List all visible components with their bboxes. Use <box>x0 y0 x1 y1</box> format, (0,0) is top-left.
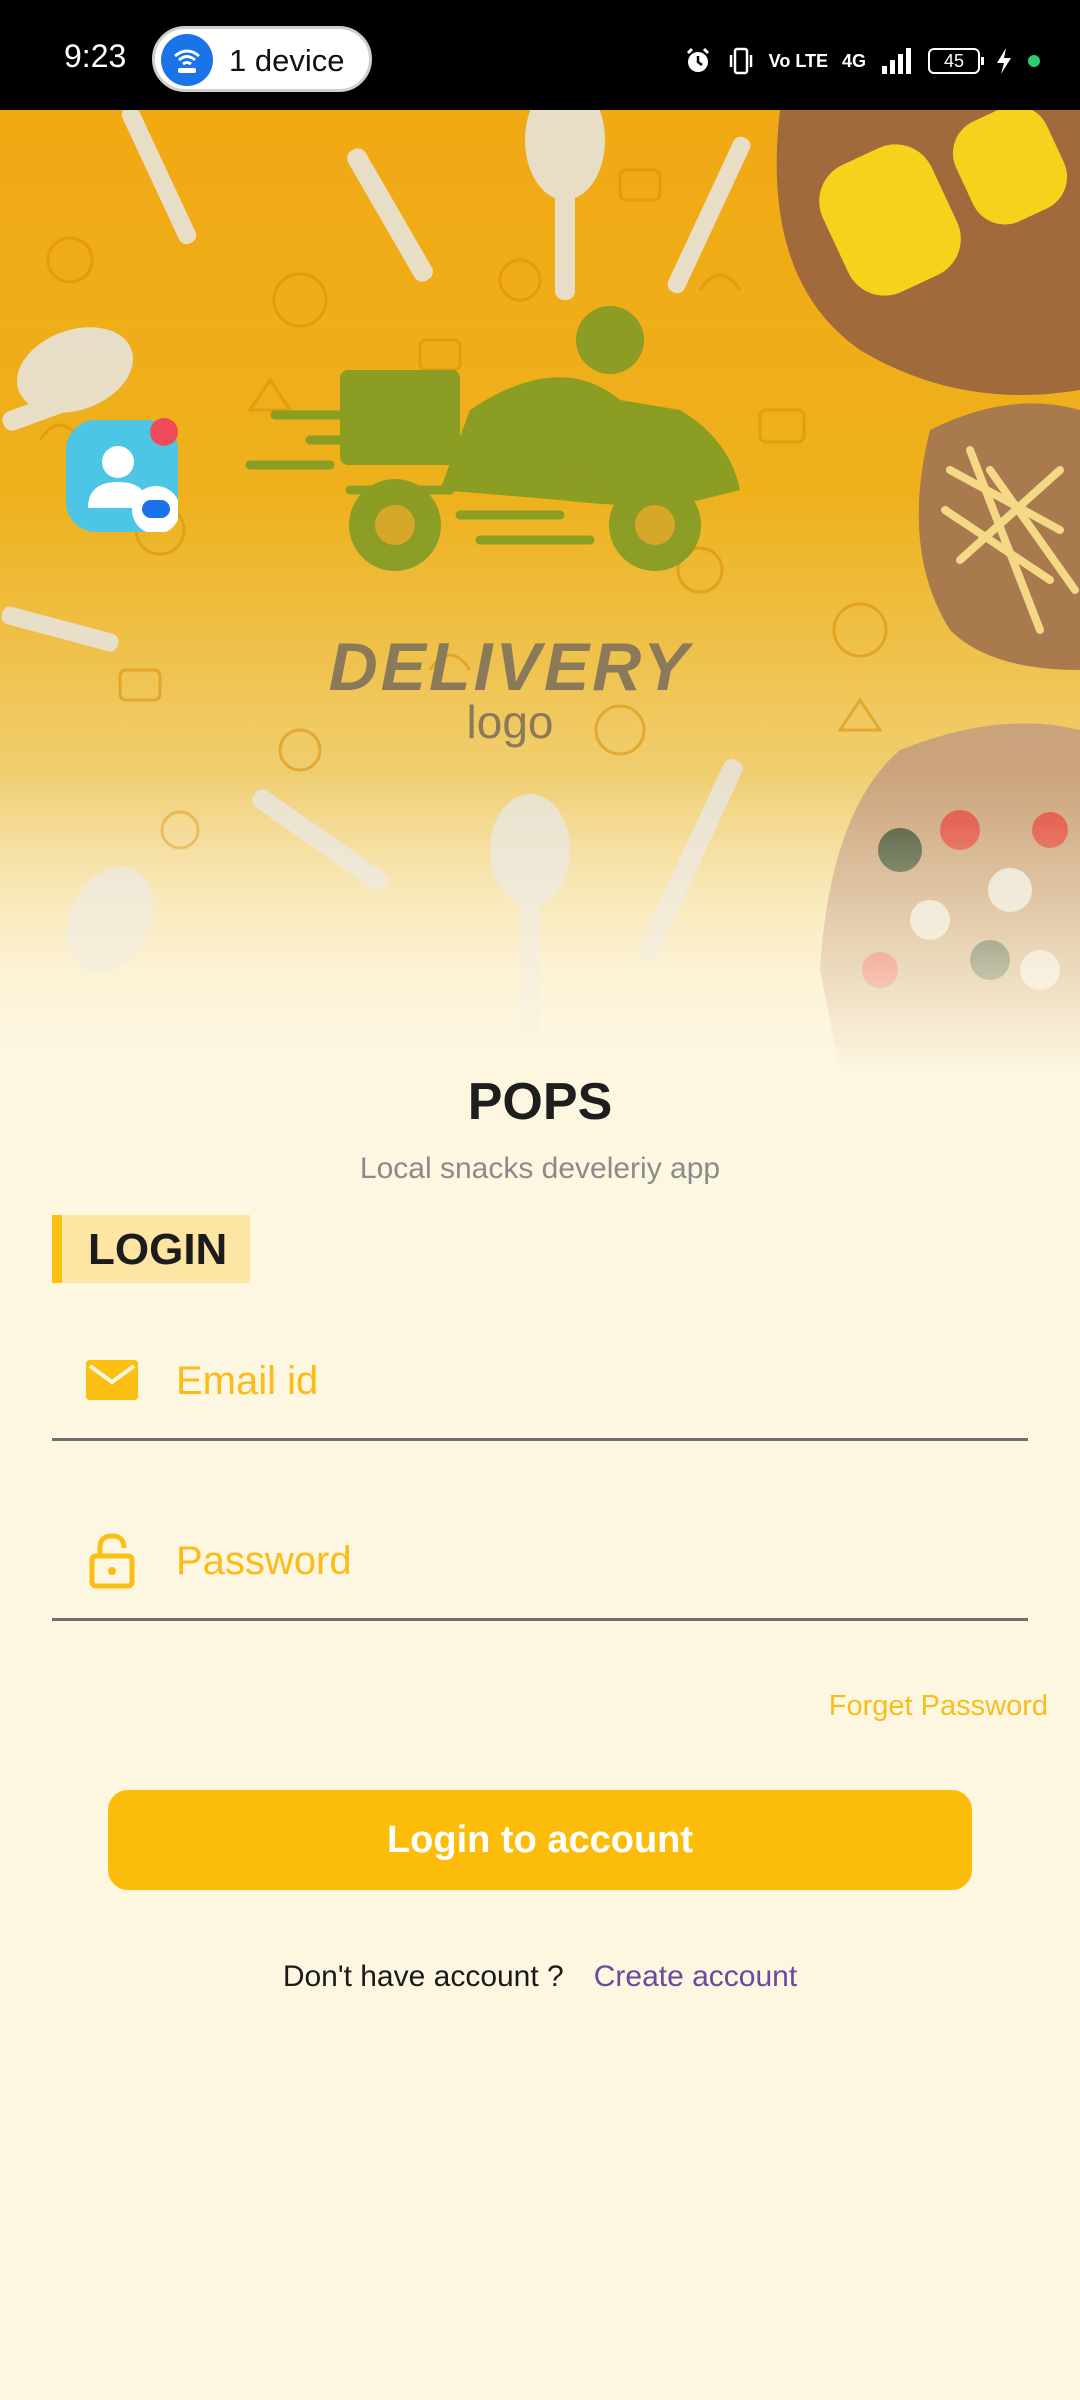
mail-icon <box>86 1360 138 1400</box>
password-input[interactable] <box>174 1528 1008 1594</box>
password-field[interactable] <box>52 1508 1028 1621</box>
login-section-label: LOGIN <box>52 1215 250 1283</box>
vibrate-icon <box>729 47 752 75</box>
charging-icon <box>997 48 1011 74</box>
status-bar: 9:23 1 device Vo LTE 4G 45 <box>0 0 1080 110</box>
login-label-text: LOGIN <box>88 1225 228 1274</box>
forgot-password-link[interactable]: Forget Password <box>829 1690 1048 1723</box>
signup-row: Don't have account ? Create account <box>0 1960 1080 1994</box>
delivery-logo <box>245 306 740 571</box>
login-button[interactable]: Login to account <box>108 1790 972 1890</box>
signup-prompt: Don't have account ? <box>282 1960 564 1993</box>
alarm-icon <box>686 47 709 72</box>
status-icons: Vo LTE 4G 45 <box>683 44 1040 78</box>
logo-subtitle: logo <box>467 696 554 748</box>
battery-icon: 45 <box>928 48 984 74</box>
app-subtitle: Local snacks develeriy app <box>359 1152 721 1185</box>
email-field[interactable] <box>52 1328 1028 1441</box>
notification-badge <box>150 418 178 446</box>
network-type-label: 4G <box>841 51 866 71</box>
logo-title: DELIVERY <box>329 629 694 705</box>
wifi-hotspot-icon <box>161 34 213 86</box>
app-title: POPS <box>467 1073 613 1131</box>
email-input[interactable] <box>174 1348 1008 1414</box>
hero-fade <box>0 770 1080 1070</box>
create-account-link[interactable]: Create account <box>594 1960 797 1993</box>
hero-banner: DELIVERY logo <box>0 110 1080 1070</box>
volte-label: Vo LTE <box>768 51 828 71</box>
hotspot-label: 1 device <box>229 43 345 78</box>
lock-icon <box>89 1533 135 1589</box>
status-time: 9:23 <box>64 38 127 74</box>
signal-icon <box>882 48 911 74</box>
hotspot-pill[interactable]: 1 device <box>152 26 372 92</box>
privacy-dot-icon <box>1028 55 1040 67</box>
